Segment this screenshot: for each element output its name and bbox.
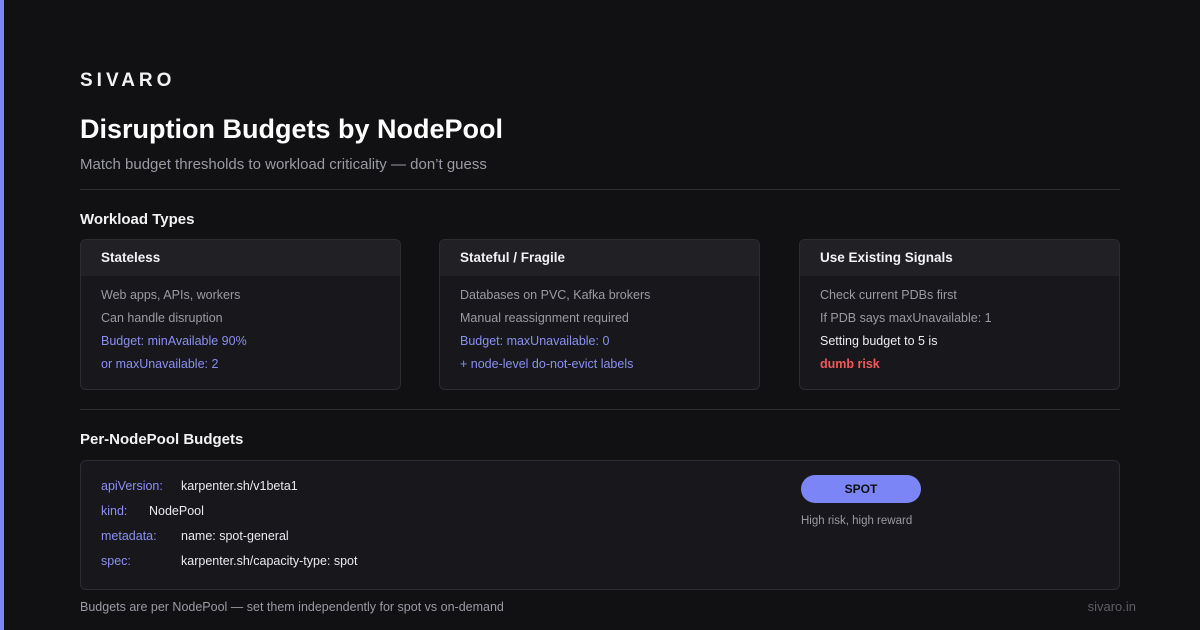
card-heading: Use Existing Signals <box>800 240 1119 276</box>
card-heading: Stateful / Fragile <box>440 240 759 276</box>
card-line: If PDB says maxUnavailable: 1 <box>820 311 992 325</box>
page-title: Disruption Budgets by NodePool <box>80 114 503 144</box>
card-line-budget: Budget: minAvailable 90% <box>101 334 247 348</box>
card-line: Can handle disruption <box>101 311 223 325</box>
accent-bar <box>0 0 4 630</box>
yaml-value: karpenter.sh/v1beta1 <box>181 479 298 493</box>
yaml-key: spec: <box>101 554 131 568</box>
card-line-budget: or maxUnavailable: 2 <box>101 357 219 371</box>
yaml-value: NodePool <box>149 504 204 518</box>
card-line: Manual reassignment required <box>460 311 629 325</box>
card-line-budget: Budget: maxUnavailable: 0 <box>460 334 610 348</box>
yaml-value: name: spot-general <box>181 529 289 543</box>
yaml-value: karpenter.sh/capacity-type: spot <box>181 554 358 568</box>
yaml-key: kind: <box>101 504 128 518</box>
brand-logo: SIVARO <box>80 70 176 91</box>
card-line: Databases on PVC, Kafka brokers <box>460 288 651 302</box>
divider-top <box>80 189 1120 190</box>
yaml-key: metadata: <box>101 529 157 543</box>
nodepool-yaml-panel: apiVersion: karpenter.sh/v1beta1 kind: N… <box>80 460 1120 590</box>
divider-middle <box>80 409 1120 410</box>
card-stateless: Stateless Web apps, APIs, workers Can ha… <box>80 239 401 390</box>
spot-caption: High risk, high reward <box>801 515 913 527</box>
footer-domain: sivaro.in <box>1087 599 1136 614</box>
yaml-key: apiVersion: <box>101 479 163 493</box>
card-line: Setting budget to 5 is <box>820 334 938 348</box>
card-line-warning: dumb risk <box>820 357 880 371</box>
card-line: Web apps, APIs, workers <box>101 288 241 302</box>
card-heading: Stateless <box>81 240 400 276</box>
card-line: Check current PDBs first <box>820 288 957 302</box>
footer-note: Budgets are per NodePool — set them inde… <box>80 600 504 614</box>
card-existing-signals: Use Existing Signals Check current PDBs … <box>799 239 1120 390</box>
nodepool-section-title: Per-NodePool Budgets <box>80 431 244 448</box>
workload-section-title: Workload Types <box>80 211 195 228</box>
page-subtitle: Match budget thresholds to workload crit… <box>80 156 487 173</box>
card-stateful: Stateful / Fragile Databases on PVC, Kaf… <box>439 239 760 390</box>
card-line-budget: + node-level do-not-evict labels <box>460 357 634 371</box>
spot-badge: SPOT <box>801 475 921 503</box>
